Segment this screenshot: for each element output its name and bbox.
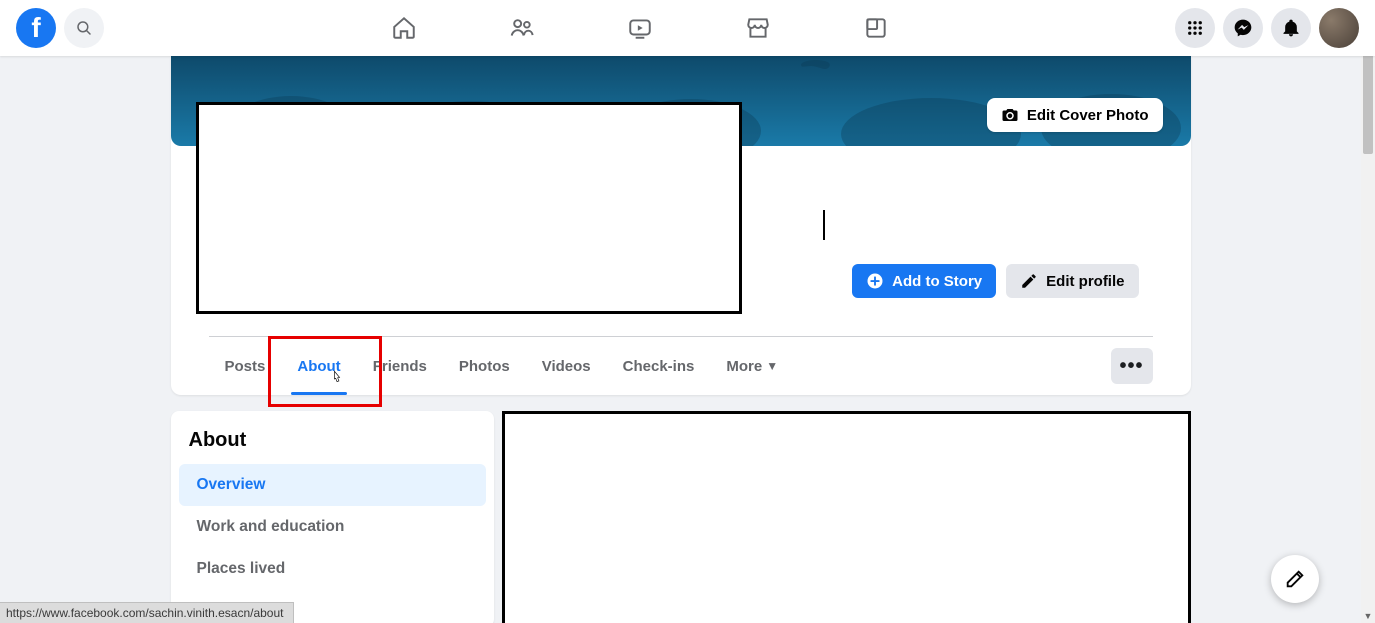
nav-marketplace[interactable] <box>734 4 782 52</box>
home-icon <box>391 15 417 41</box>
menu-button[interactable] <box>1175 8 1215 48</box>
pencil-icon <box>1020 272 1038 290</box>
tab-posts[interactable]: Posts <box>209 337 282 395</box>
add-to-story-button[interactable]: Add to Story <box>852 264 996 298</box>
friends-icon <box>509 15 535 41</box>
tab-more-label: More <box>726 358 762 375</box>
tab-photos[interactable]: Photos <box>443 337 526 395</box>
tab-about[interactable]: About <box>281 337 356 395</box>
profile-container: Edit Cover Photo Add to Story Edit profi… <box>171 56 1191 395</box>
edit-profile-label: Edit profile <box>1046 273 1124 290</box>
edit-profile-button[interactable]: Edit profile <box>1006 264 1138 298</box>
center-nav-tabs <box>104 4 1175 52</box>
grid-icon <box>1186 19 1204 37</box>
about-item-places-lived[interactable]: Places lived <box>179 548 486 590</box>
compose-button[interactable] <box>1271 555 1319 603</box>
about-item-work-education[interactable]: Work and education <box>179 506 486 548</box>
nav-home[interactable] <box>380 4 428 52</box>
profile-action-buttons: Add to Story Edit profile <box>852 264 1138 298</box>
nav-friends[interactable] <box>498 4 546 52</box>
gaming-icon <box>863 15 889 41</box>
topnav-right <box>1175 8 1359 48</box>
compose-icon <box>1284 568 1306 590</box>
messenger-button[interactable] <box>1223 8 1263 48</box>
browser-status-bar: https://www.facebook.com/sachin.vinith.e… <box>0 602 294 623</box>
camera-icon <box>1001 106 1019 124</box>
redacted-about-content <box>502 411 1191 623</box>
about-item-overview[interactable]: Overview <box>179 464 486 506</box>
redacted-profile-block <box>196 102 742 314</box>
profile-more-button[interactable]: ••• <box>1111 348 1153 384</box>
browser-scrollbar[interactable]: ▲ ▼ <box>1361 0 1375 623</box>
top-nav: f <box>0 0 1375 56</box>
edit-cover-label: Edit Cover Photo <box>1027 107 1149 124</box>
edit-cover-button[interactable]: Edit Cover Photo <box>987 98 1163 132</box>
about-section: About Overview Work and education Places… <box>171 411 1191 623</box>
account-avatar[interactable] <box>1319 8 1359 48</box>
facebook-logo[interactable]: f <box>16 8 56 48</box>
plus-circle-icon <box>866 272 884 290</box>
tab-videos[interactable]: Videos <box>526 337 607 395</box>
text-cursor <box>823 210 825 240</box>
marketplace-icon <box>745 15 771 41</box>
tab-more[interactable]: More ▼ <box>710 337 794 395</box>
page-body: Edit Cover Photo Add to Story Edit profi… <box>0 56 1361 623</box>
notifications-button[interactable] <box>1271 8 1311 48</box>
about-heading: About <box>171 429 494 464</box>
bell-icon <box>1281 18 1301 38</box>
chevron-down-icon: ▼ <box>766 359 778 373</box>
tab-checkins[interactable]: Check-ins <box>607 337 711 395</box>
add-to-story-label: Add to Story <box>892 273 982 290</box>
search-icon <box>75 19 93 37</box>
messenger-icon <box>1233 18 1253 38</box>
scroll-down-arrow[interactable]: ▼ <box>1361 609 1375 623</box>
watch-icon <box>627 15 653 41</box>
tab-friends[interactable]: Friends <box>357 337 443 395</box>
profile-tabs: Posts About Friends Photos Videos Check-… <box>171 337 1191 395</box>
search-button[interactable] <box>64 8 104 48</box>
profile-header: Add to Story Edit profile <box>171 146 1191 336</box>
nav-gaming[interactable] <box>852 4 900 52</box>
nav-watch[interactable] <box>616 4 664 52</box>
about-sidebar: About Overview Work and education Places… <box>171 411 494 623</box>
